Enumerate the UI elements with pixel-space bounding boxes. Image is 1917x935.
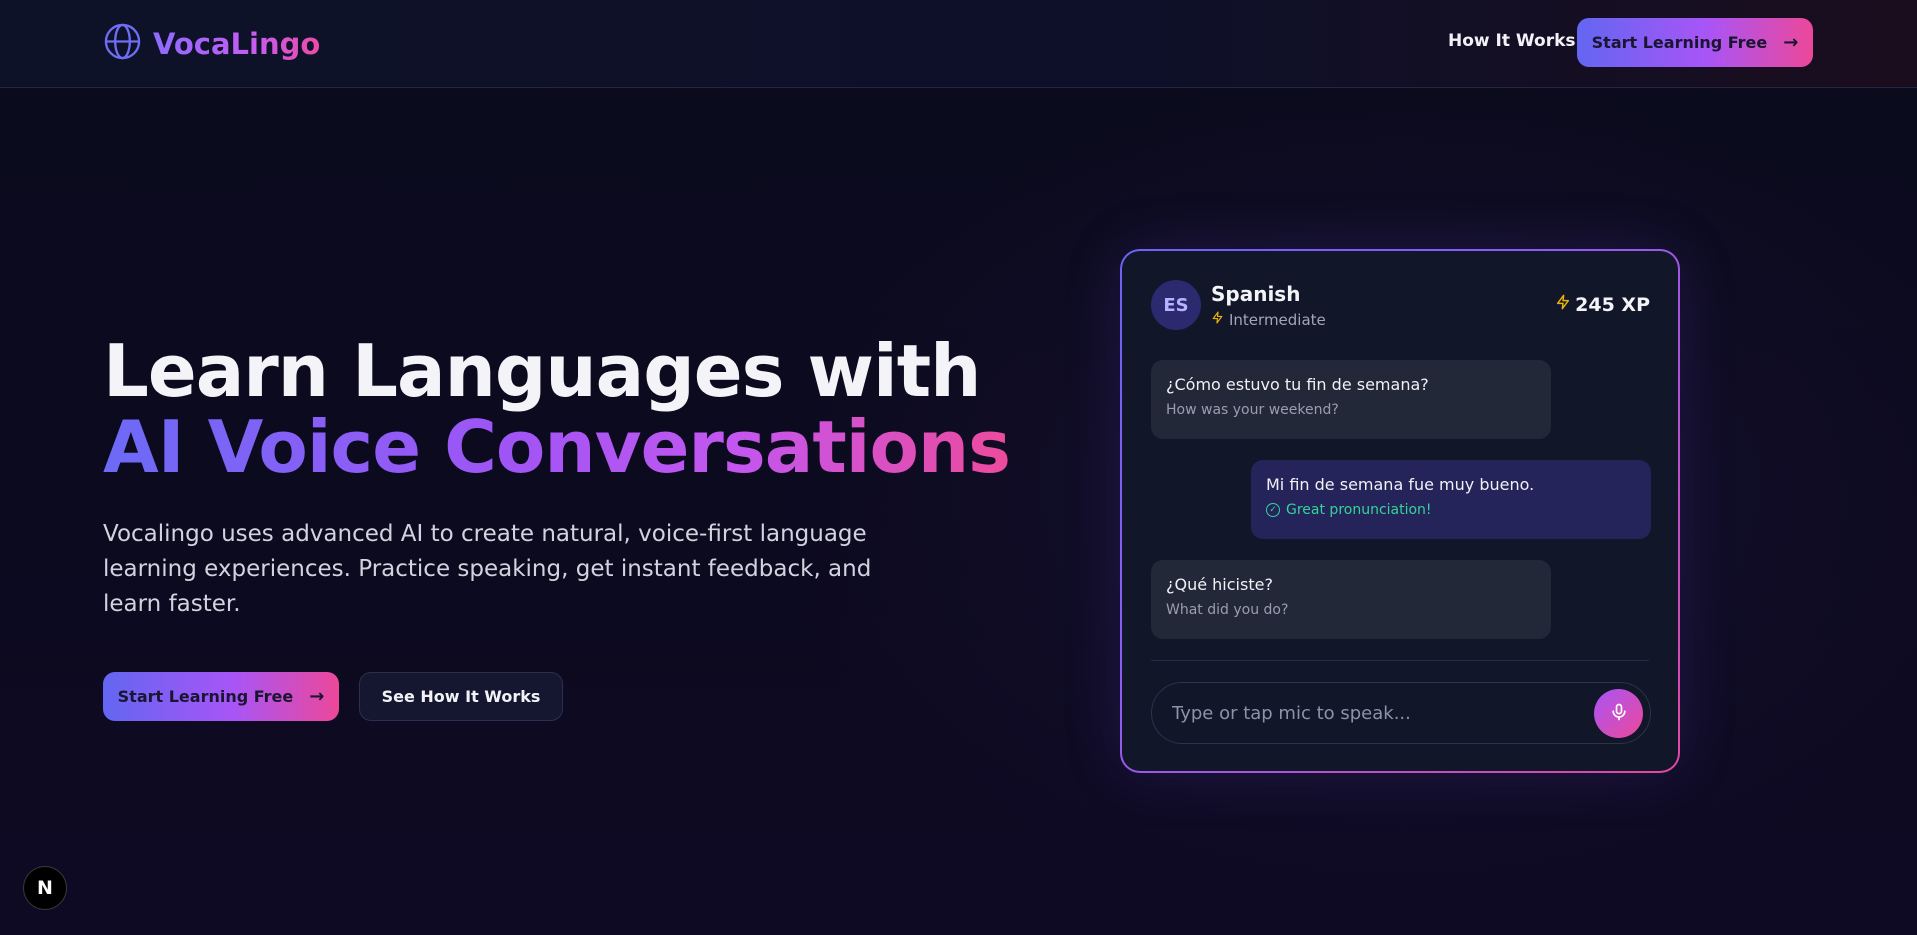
globe-icon <box>103 22 142 65</box>
lightning-icon <box>1211 310 1224 329</box>
hero-description: Vocalingo uses advanced AI to create nat… <box>103 521 872 617</box>
brand-logo[interactable]: VocaLingo <box>103 22 320 65</box>
site-header: VocaLingo How It Works Start Learning Fr… <box>0 0 1917 88</box>
message-text: Mi fin de semana fue muy bueno. <box>1266 475 1535 494</box>
chat-preview-card: ES Spanish Intermediate 245 XP ¿Cómo est… <box>1120 249 1680 773</box>
hero-title: Learn Languages with AI Voice Conversati… <box>103 329 1011 489</box>
hero-title-line1: Learn Languages with <box>103 329 981 413</box>
microphone-icon <box>1609 701 1629 727</box>
hero-title-line2: AI Voice Conversations <box>103 405 1011 489</box>
level-label: Intermediate <box>1229 310 1326 329</box>
ai-message: ¿Qué hiciste? What did you do? <box>1151 560 1551 639</box>
message-text: ¿Qué hiciste? <box>1166 575 1273 594</box>
header-cta-label: Start Learning Free <box>1591 33 1768 52</box>
feedback-text: Great pronunciation! <box>1286 502 1432 518</box>
level-indicator: Intermediate <box>1211 310 1326 329</box>
check-circle-icon: ✓ <box>1266 503 1280 517</box>
arrow-right-icon: → <box>1783 32 1799 53</box>
user-message: Mi fin de semana fue muy bueno. ✓ Great … <box>1251 460 1651 539</box>
language-name: Spanish <box>1211 282 1301 306</box>
brand-name: VocaLingo <box>153 26 321 61</box>
dev-tools-badge[interactable]: N <box>23 866 67 910</box>
arrow-right-icon: → <box>309 686 325 707</box>
message-translation: How was your weekend? <box>1166 402 1339 418</box>
chat-card-body: ES Spanish Intermediate 245 XP ¿Cómo est… <box>1122 251 1678 771</box>
header-start-learning-button[interactable]: Start Learning Free → <box>1577 18 1813 67</box>
pronunciation-feedback: ✓ Great pronunciation! <box>1266 502 1636 518</box>
hero-start-learning-button[interactable]: Start Learning Free → <box>103 672 339 721</box>
mic-button[interactable] <box>1594 689 1643 738</box>
message-text: ¿Cómo estuvo tu fin de semana? <box>1166 375 1429 394</box>
hero-cta-label: Start Learning Free <box>117 687 294 706</box>
lightning-icon <box>1555 292 1571 317</box>
see-how-it-works-button[interactable]: See How It Works <box>359 672 563 721</box>
chat-input-bar <box>1151 682 1651 744</box>
ai-message: ¿Cómo estuvo tu fin de semana? How was y… <box>1151 360 1551 439</box>
nav-how-it-works[interactable]: How It Works <box>1448 31 1576 51</box>
chat-divider <box>1151 660 1649 661</box>
xp-counter: 245 XP <box>1555 292 1650 317</box>
chat-input[interactable] <box>1172 683 1572 743</box>
message-translation: What did you do? <box>1166 602 1289 618</box>
language-avatar: ES <box>1151 280 1201 330</box>
xp-value: 245 XP <box>1575 293 1650 316</box>
